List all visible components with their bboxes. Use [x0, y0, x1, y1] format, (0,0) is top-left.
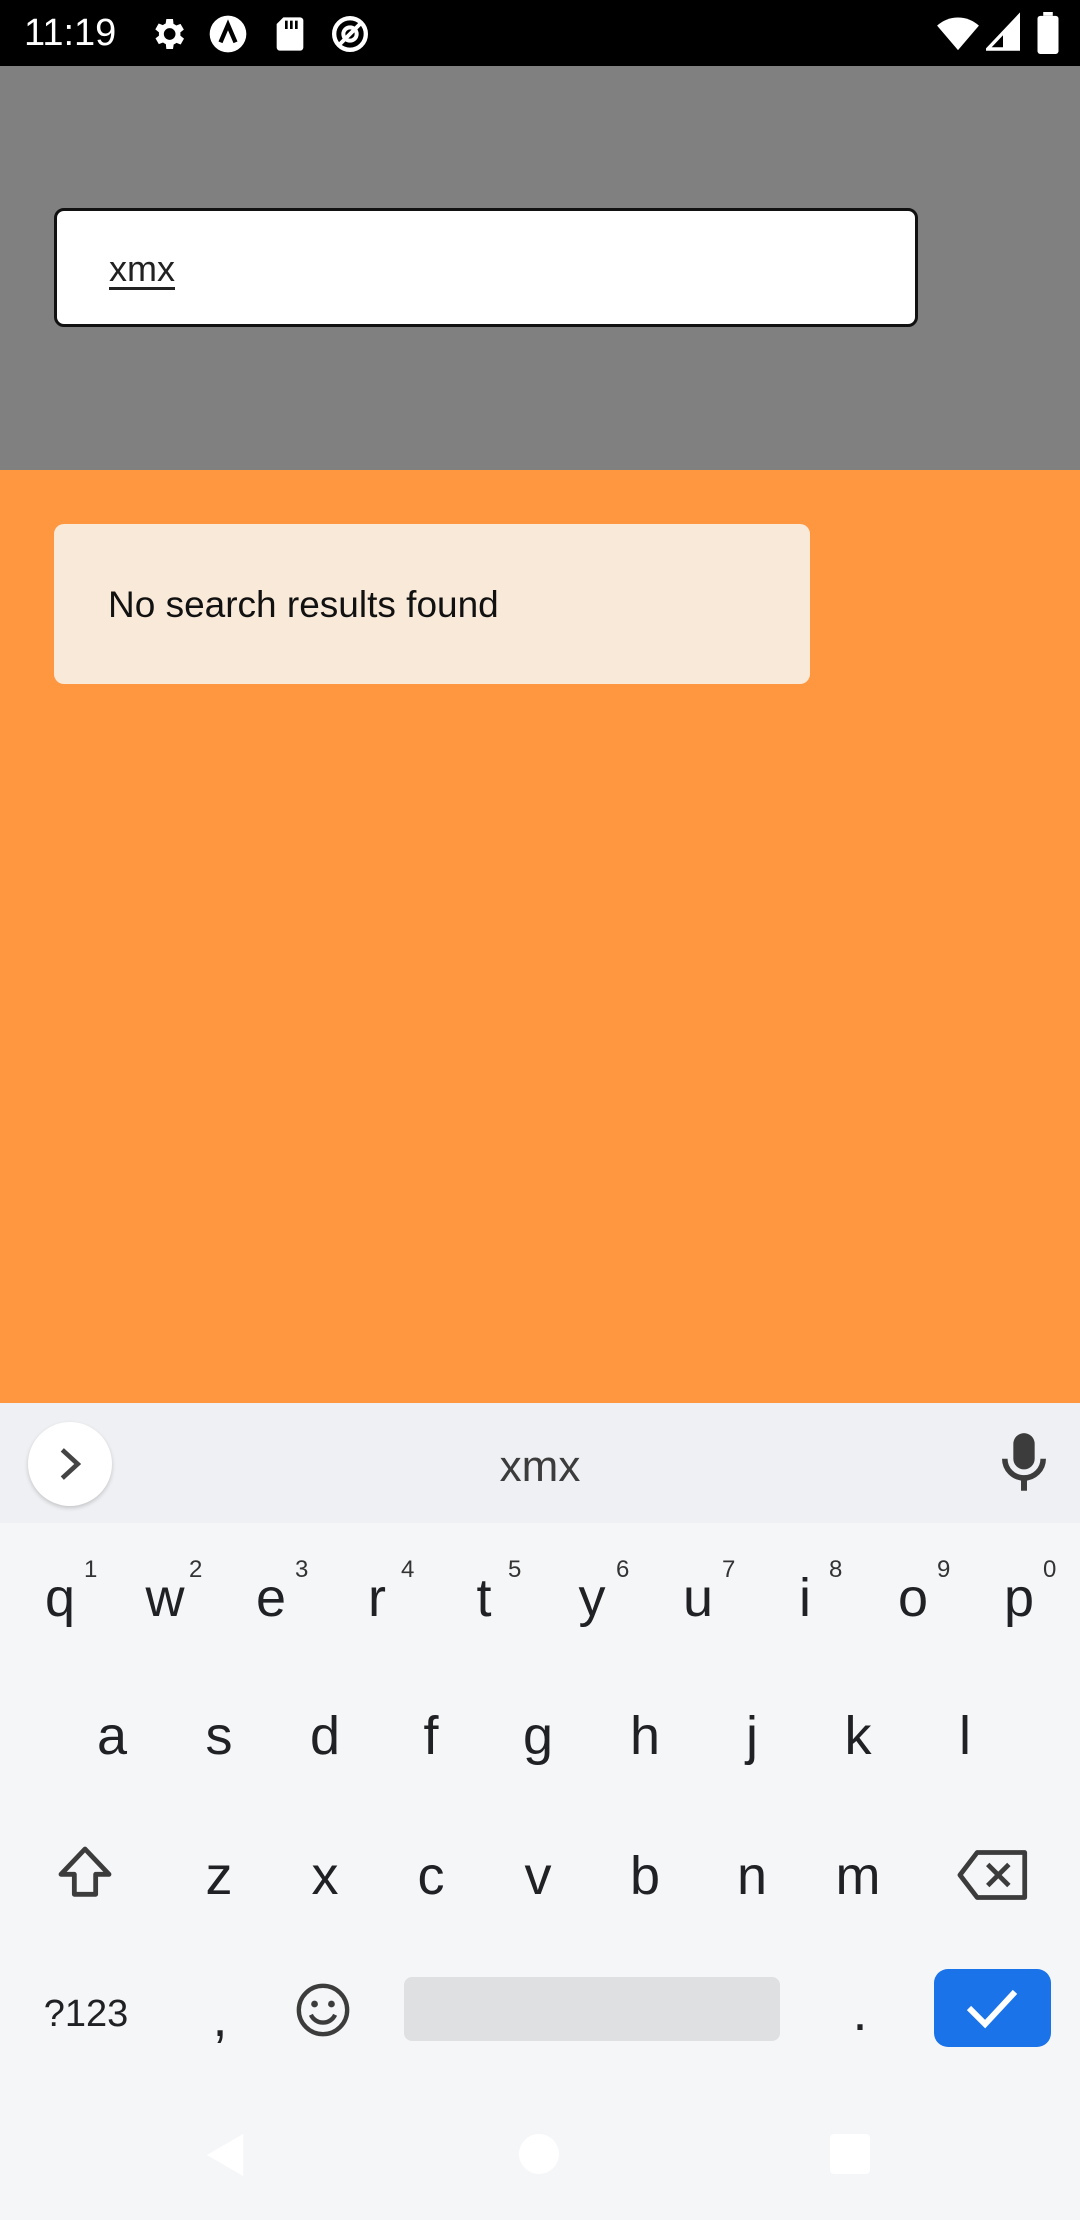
empty-results-card: No search results found [54, 524, 810, 684]
status-time: 11:19 [24, 12, 117, 54]
emoji-icon[interactable] [294, 1981, 352, 2039]
at-circle-icon [332, 16, 368, 52]
key-i[interactable]: i8 [771, 1557, 842, 1633]
key-g[interactable]: g [504, 1701, 572, 1771]
key-n[interactable]: n [718, 1841, 786, 1911]
space-bar[interactable] [404, 1977, 780, 2041]
key-k[interactable]: k [824, 1701, 892, 1771]
suggestion-word[interactable]: xmx [340, 1439, 740, 1495]
key-h[interactable]: h [611, 1701, 679, 1771]
key-d[interactable]: d [291, 1701, 359, 1771]
gear-icon [155, 19, 184, 49]
symbols-key[interactable]: ?123 [34, 1979, 138, 2049]
back-icon[interactable] [204, 2132, 248, 2178]
key-o[interactable]: o9 [879, 1557, 950, 1633]
suggestion-bar: xmx [0, 1403, 1080, 1523]
key-t[interactable]: t5 [450, 1557, 521, 1633]
home-button[interactable] [519, 2134, 559, 2174]
key-e[interactable]: e3 [237, 1557, 308, 1633]
key-r[interactable]: r4 [343, 1557, 414, 1633]
no-results-message: No search results found [108, 584, 499, 625]
key-v[interactable]: v [504, 1841, 572, 1911]
key-y[interactable]: y6 [558, 1557, 630, 1633]
search-input-value: xmx [109, 248, 175, 289]
key-w[interactable]: w2 [131, 1557, 203, 1633]
key-p[interactable]: p0 [985, 1557, 1056, 1633]
battery-icon [1037, 12, 1059, 54]
key-q[interactable]: q1 [26, 1557, 97, 1633]
key-m[interactable]: m [824, 1841, 892, 1911]
sd-card-icon [276, 17, 304, 51]
backspace-icon[interactable] [956, 1847, 1030, 1903]
key-u[interactable]: u7 [664, 1557, 735, 1633]
enter-key[interactable] [934, 1969, 1051, 2047]
soft-keyboard: xmx q1 w2 e3 r4 t5 y6 u7 i8 o9 p0 a s d … [0, 1403, 1080, 2220]
key-j[interactable]: j [718, 1701, 786, 1771]
key-b[interactable]: b [611, 1841, 679, 1911]
key-s[interactable]: s [185, 1701, 253, 1771]
key-c[interactable]: c [397, 1841, 465, 1911]
microphone-icon[interactable] [998, 1431, 1050, 1495]
shift-icon[interactable] [52, 1841, 118, 1905]
chevron-right-icon [60, 1448, 82, 1480]
key-z[interactable]: z [185, 1841, 253, 1911]
signal-icon [986, 12, 1020, 51]
results-area: No search results found [0, 470, 1080, 1403]
checkmark-icon [966, 1989, 1018, 2029]
key-f[interactable]: f [397, 1701, 465, 1771]
search-input[interactable]: xmx [54, 208, 918, 327]
recents-button[interactable] [830, 2134, 870, 2174]
key-comma[interactable]: , [196, 1983, 244, 2053]
key-period[interactable]: . [836, 1977, 884, 2047]
key-x[interactable]: x [291, 1841, 359, 1911]
key-l[interactable]: l [931, 1701, 999, 1771]
expand-toolbar-button[interactable] [28, 1422, 112, 1506]
status-bar: 11:19 [0, 0, 1080, 66]
key-a[interactable]: a [78, 1701, 146, 1771]
search-header: xmx [0, 66, 1080, 470]
wifi-icon [937, 17, 979, 51]
a-circle-icon [209, 15, 247, 53]
